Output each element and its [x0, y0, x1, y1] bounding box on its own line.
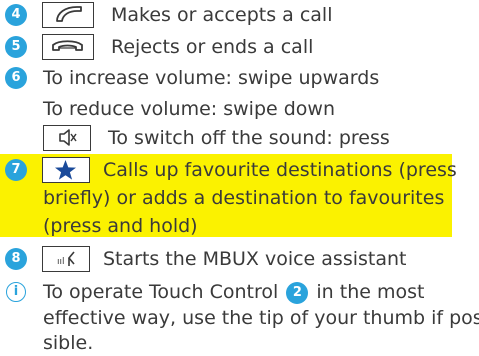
speaker-mute-icon [59, 129, 77, 146]
item-text: To reduce volume: swipe down [43, 98, 336, 120]
info-icon: i [6, 282, 26, 302]
note-line-3: sible. [43, 332, 94, 354]
voice-assistant-key: ııl [42, 246, 90, 272]
touch-control-badge: 2 [286, 282, 309, 304]
item-text: To increase volume: swipe upwards [43, 67, 380, 89]
item-text: (press and hold) [43, 215, 198, 237]
item-number-badge: 7 [5, 159, 27, 181]
item-text: Calls up favourite destinations (press [103, 159, 457, 181]
phone-reject-key [42, 34, 94, 60]
phone-accept-icon [56, 6, 82, 22]
svg-text:ııl: ııl [57, 257, 65, 267]
item-text: Starts the MBUX voice assistant [103, 248, 407, 270]
note-line-2: effective way, use the tip of your thumb… [43, 307, 479, 329]
item-number-badge: 8 [5, 248, 27, 270]
mute-key [43, 125, 91, 151]
phone-accept-key [42, 2, 94, 28]
item-number-badge: 5 [5, 36, 27, 58]
item-text: Makes or accepts a call [111, 4, 333, 26]
voice-assistant-icon: ııl [57, 251, 75, 267]
note-line-1: To operate Touch Control 2 in the most [43, 281, 425, 304]
item-number-badge: 4 [5, 4, 27, 26]
phone-reject-icon [52, 40, 83, 51]
item-text: briefly) or adds a destination to favour… [43, 187, 445, 209]
item-number-badge: 6 [5, 67, 27, 89]
favourites-key [42, 157, 90, 183]
star-icon [55, 160, 76, 180]
item-text: Rejects or ends a call [111, 36, 314, 58]
item-text: To switch off the sound: press [108, 127, 390, 149]
